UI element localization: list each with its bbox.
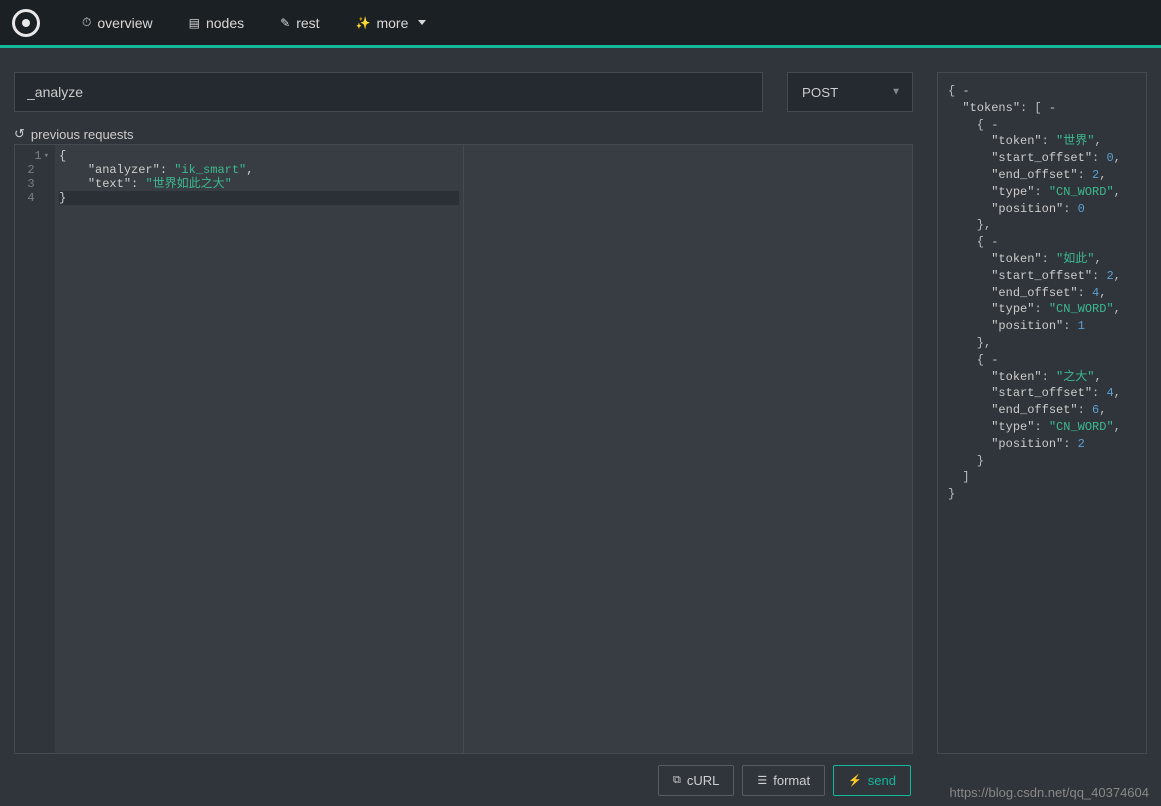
code-area[interactable]: { "analyzer": "ik_smart", "text": "世界如此之… xyxy=(55,145,463,753)
curl-button[interactable]: ⧉ cURL xyxy=(658,765,734,796)
response-panel: { - "tokens": [ - { - "token": "世界", "st… xyxy=(937,72,1147,754)
edit-icon: ✎ xyxy=(280,16,290,30)
list-icon: ☰ xyxy=(757,774,767,787)
dashboard-icon: ⏱ xyxy=(82,15,91,30)
editor-container: 1 ▾2 3 4 { "analyzer": "ik_smart", "text… xyxy=(14,144,913,754)
nav-overview[interactable]: ⏱overview xyxy=(64,7,171,39)
send-button[interactable]: ⚡ send xyxy=(833,765,911,796)
line-gutter: 1 ▾2 3 4 xyxy=(15,145,55,753)
nav-nodes[interactable]: ▤nodes xyxy=(171,7,263,39)
nav-more[interactable]: ✨more xyxy=(338,7,445,39)
action-bar: ⧉ cURL ☰ format ⚡ send xyxy=(0,754,1161,806)
main-area: POST ↺ previous requests 1 ▾2 3 4 { "ana… xyxy=(0,48,1161,754)
app-logo xyxy=(12,9,40,37)
copy-icon: ⧉ xyxy=(673,774,681,787)
request-editor-right[interactable] xyxy=(463,145,912,753)
http-method-select[interactable]: POST xyxy=(787,72,913,112)
left-panel: POST ↺ previous requests 1 ▾2 3 4 { "ana… xyxy=(14,72,913,754)
request-editor[interactable]: 1 ▾2 3 4 { "analyzer": "ik_smart", "text… xyxy=(15,145,463,753)
previous-requests-label: previous requests xyxy=(31,127,134,142)
bolt-icon: ⚡ xyxy=(848,774,862,787)
magic-icon: ✨ xyxy=(356,16,371,30)
previous-requests-link[interactable]: ↺ previous requests xyxy=(14,126,913,142)
format-button[interactable]: ☰ format xyxy=(742,765,825,796)
history-icon: ↺ xyxy=(14,126,25,142)
th-list-icon: ▤ xyxy=(189,16,200,30)
nav-rest[interactable]: ✎rest xyxy=(262,7,337,39)
chevron-down-icon xyxy=(418,20,426,25)
endpoint-input[interactable] xyxy=(14,72,763,112)
navbar: ⏱overview▤nodes✎rest✨more xyxy=(0,0,1161,48)
